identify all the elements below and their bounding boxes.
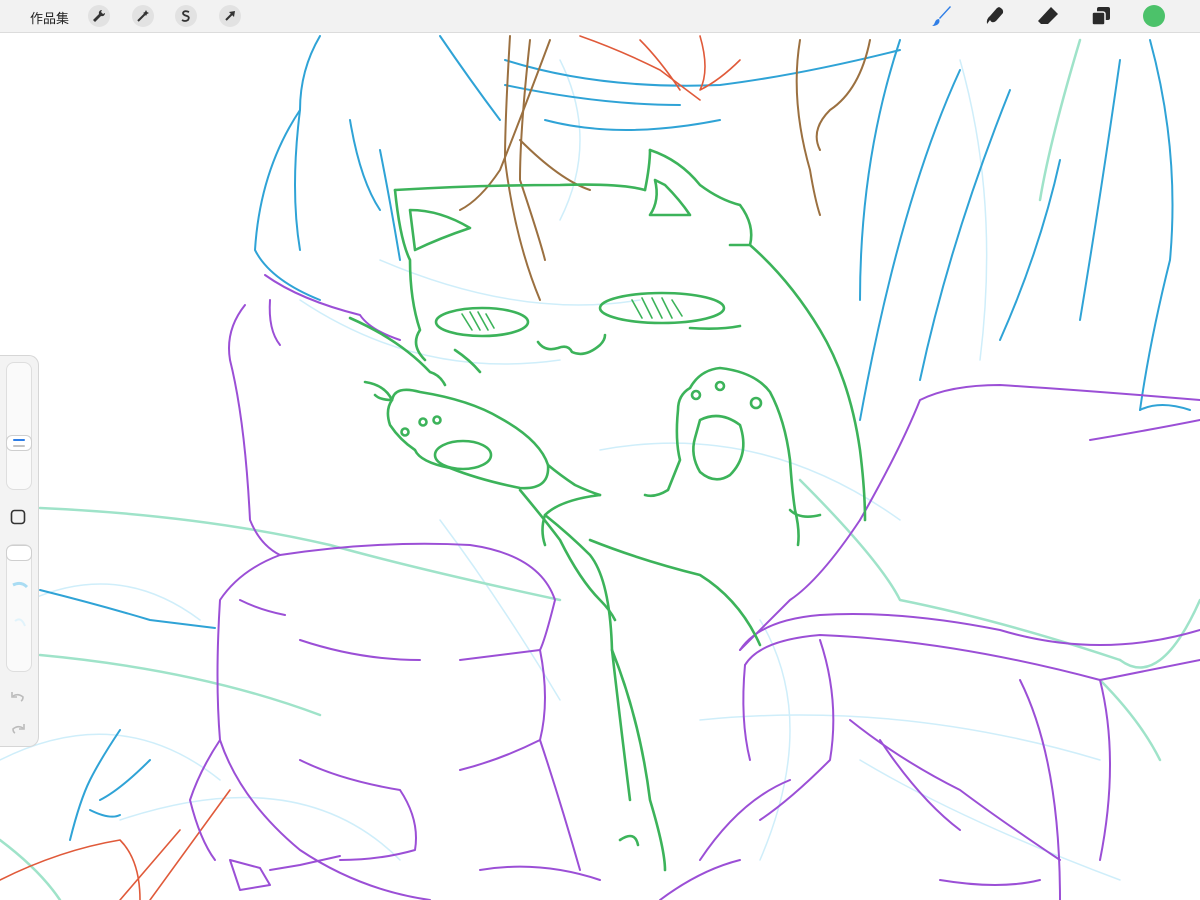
color-picker-button[interactable] [1143,5,1165,27]
layers-icon[interactable] [1089,4,1113,28]
magic-wand-icon[interactable] [132,5,154,27]
brush-icon[interactable] [930,4,954,28]
light-blue-sketch-strokes [0,59,1121,881]
red-sketch-strokes [0,35,741,900]
brush-size-slider[interactable] [6,362,32,490]
smudge-icon[interactable] [983,4,1007,28]
eraser-icon[interactable] [1036,4,1060,28]
square-icon[interactable] [9,508,27,526]
brush-sidebar [0,355,39,747]
gallery-button[interactable]: 作品集 [30,8,69,27]
drawing-canvas[interactable] [0,33,1200,900]
brush-size-thumb[interactable] [6,435,32,451]
redo-icon[interactable] [9,720,27,738]
mint-sketch-strokes [0,38,1200,900]
opacity-preview [12,581,29,627]
transform-arrow-icon[interactable] [219,5,241,27]
opacity-thumb[interactable] [6,545,32,561]
top-toolbar: 作品集 [0,0,1200,33]
opacity-slider[interactable] [6,544,32,672]
brown-hair-strokes [459,35,871,301]
selection-s-icon[interactable] [175,5,197,27]
undo-icon[interactable] [9,688,27,706]
wrench-icon[interactable] [88,5,110,27]
blue-hair-strokes [39,35,1191,841]
purple-clothing-strokes [189,274,1200,900]
